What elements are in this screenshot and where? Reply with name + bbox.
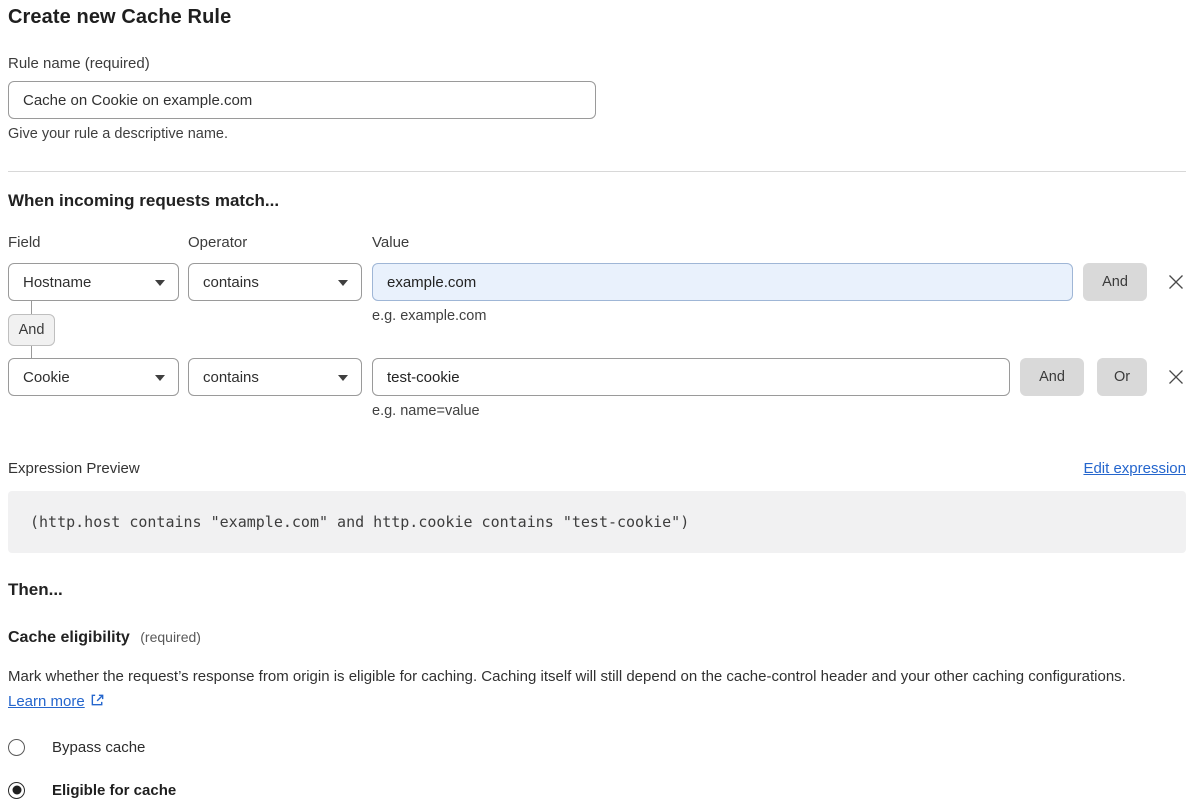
connector-line: [31, 301, 32, 314]
rule-name-input[interactable]: [8, 81, 596, 119]
match-heading: When incoming requests match...: [8, 191, 1186, 211]
required-note: (required): [140, 629, 201, 645]
field-select-2[interactable]: Cookie: [8, 358, 179, 396]
radio-icon-selected[interactable]: [8, 782, 25, 799]
condition-column-labels: Field Operator Value: [8, 234, 1186, 251]
create-cache-rule-form: Create new Cache Rule Rule name (require…: [0, 0, 1200, 800]
condition-row-2: Cookie contains And Or: [8, 358, 1186, 396]
then-heading: Then...: [8, 580, 1186, 600]
cache-eligibility-heading: Cache eligibility (required): [8, 629, 1186, 647]
value-input-1[interactable]: [372, 263, 1073, 301]
condition-connector-area: e.g. example.com And: [8, 301, 1186, 358]
connector-and-button[interactable]: And: [8, 314, 55, 346]
expression-code-block: (http.host contains "example.com" and ht…: [8, 491, 1186, 553]
remove-condition-2-button[interactable]: [1165, 367, 1186, 388]
connector: And: [8, 301, 55, 358]
field-select-1[interactable]: Hostname: [8, 263, 179, 301]
field-column-label: Field: [8, 234, 188, 251]
expression-header: Expression Preview Edit expression: [8, 460, 1186, 477]
value-column-label: Value: [372, 234, 1186, 251]
value-hint-1: e.g. example.com: [372, 308, 486, 324]
description-text: Mark whether the request’s response from…: [8, 668, 1126, 685]
radio-option-eligible-for-cache[interactable]: Eligible for cache: [8, 780, 1186, 800]
close-icon: [1166, 272, 1186, 292]
radio-option-bypass-cache[interactable]: Bypass cache: [8, 737, 1186, 757]
rule-name-label: Rule name (required): [8, 55, 1186, 72]
operator-select-1[interactable]: contains: [188, 263, 362, 301]
expression-preview-label: Expression Preview: [8, 460, 140, 477]
radio-label: Bypass cache: [52, 739, 145, 756]
and-button-row-2[interactable]: And: [1020, 358, 1084, 396]
value-hint-2: e.g. name=value: [372, 403, 1186, 419]
operator-select-1-value: contains: [203, 274, 259, 291]
section-divider: [8, 171, 1186, 172]
condition-row-1: Hostname contains And: [8, 263, 1186, 301]
connector-line: [31, 346, 32, 358]
operator-select-2[interactable]: contains: [188, 358, 362, 396]
value-input-2[interactable]: [372, 358, 1010, 396]
chevron-down-icon: [338, 375, 348, 381]
chevron-down-icon: [338, 280, 348, 286]
close-icon: [1166, 367, 1186, 387]
operator-column-label: Operator: [188, 234, 372, 251]
chevron-down-icon: [155, 280, 165, 286]
and-button-row-1[interactable]: And: [1083, 263, 1147, 301]
radio-label: Eligible for cache: [52, 782, 176, 799]
rule-name-helper: Give your rule a descriptive name.: [8, 126, 1186, 142]
cache-eligibility-title: Cache eligibility: [8, 629, 130, 646]
field-select-1-value: Hostname: [23, 274, 91, 291]
field-select-2-value: Cookie: [23, 369, 70, 386]
or-button-row-2[interactable]: Or: [1097, 358, 1147, 396]
page-title: Create new Cache Rule: [8, 6, 1186, 29]
external-link-icon: [90, 693, 105, 708]
cache-eligibility-description: Mark whether the request’s response from…: [8, 664, 1133, 714]
remove-condition-1-button[interactable]: [1165, 272, 1186, 293]
edit-expression-link[interactable]: Edit expression: [1083, 460, 1186, 477]
operator-select-2-value: contains: [203, 369, 259, 386]
chevron-down-icon: [155, 375, 165, 381]
radio-icon-unselected[interactable]: [8, 739, 25, 756]
learn-more-link[interactable]: Learn more: [8, 693, 85, 710]
